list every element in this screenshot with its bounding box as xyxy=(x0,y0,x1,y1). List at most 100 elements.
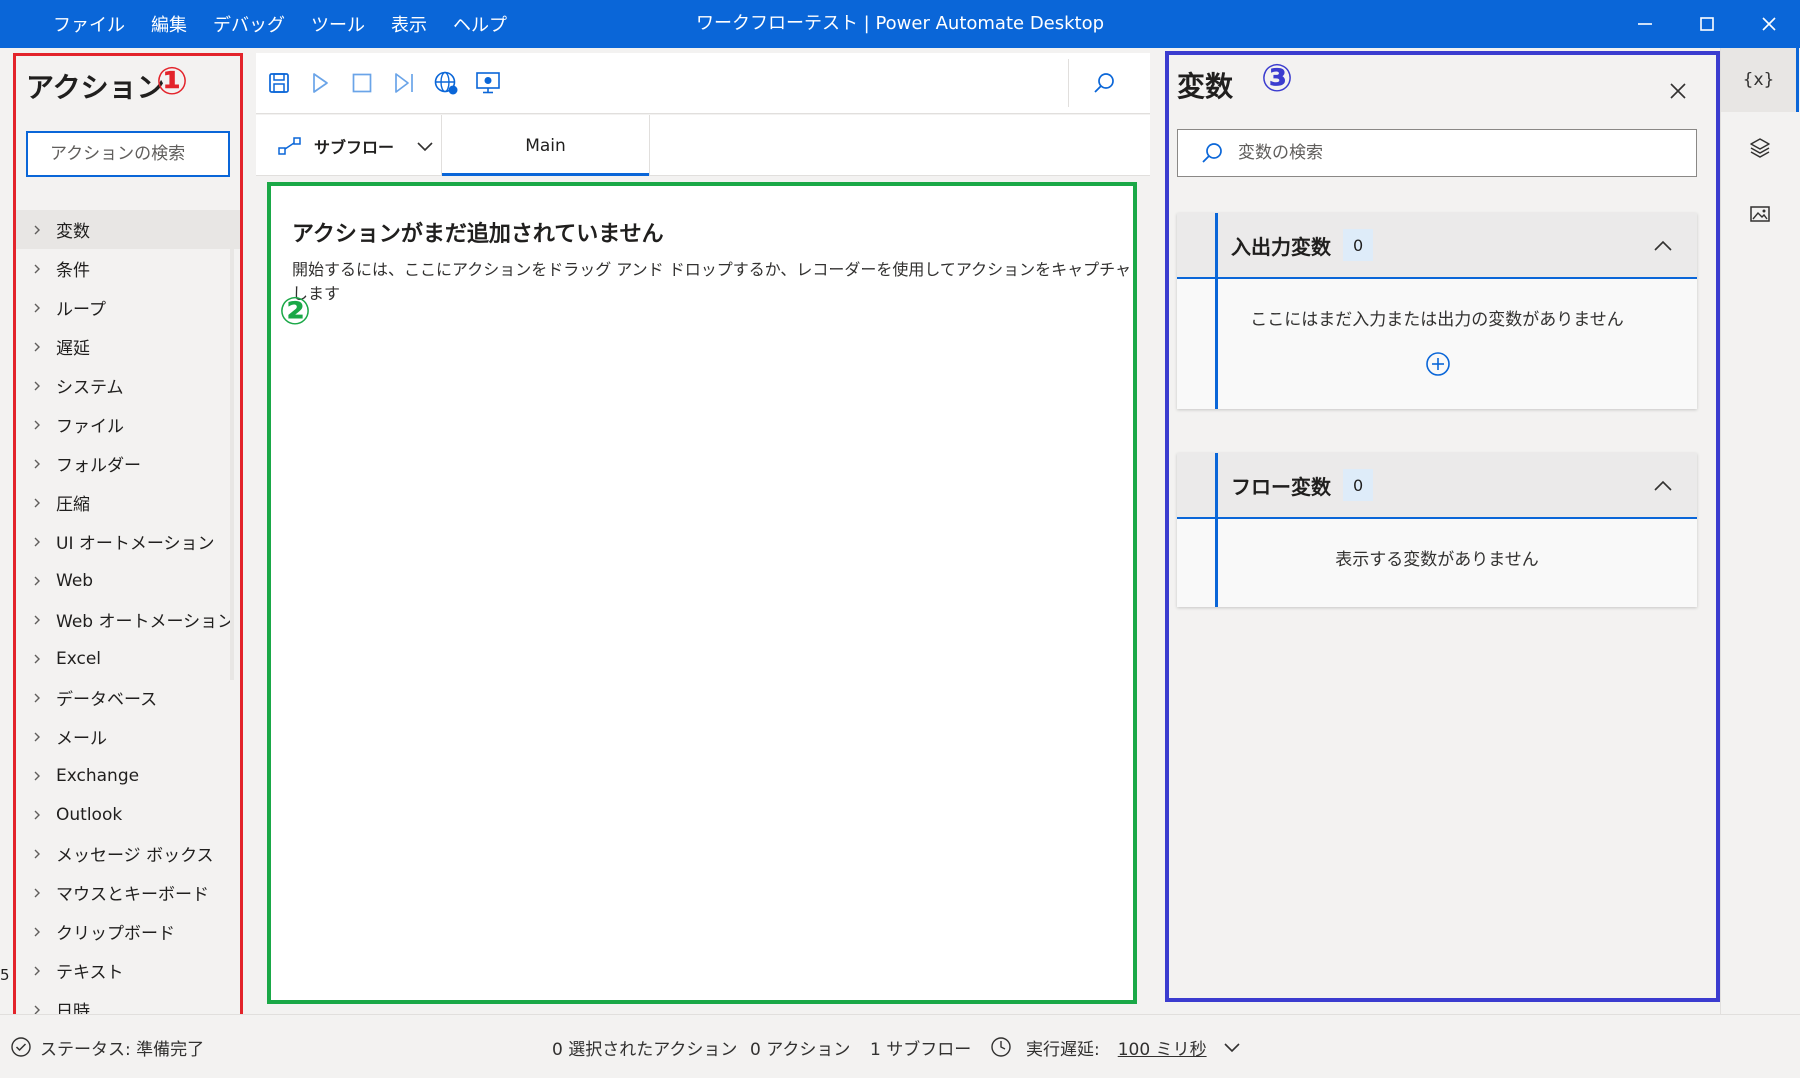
chevron-right-icon xyxy=(32,458,56,470)
stop-button[interactable] xyxy=(347,68,377,98)
menu-tools[interactable]: ツール xyxy=(311,11,365,37)
action-group-mouse-keyboard[interactable]: マウスとキーボード xyxy=(16,873,240,912)
chevron-right-icon xyxy=(32,497,56,509)
actions-search-box[interactable] xyxy=(26,131,230,177)
actions-panel: アクション ① 変数 条件 ループ 遅延 システム ファイル xyxy=(13,53,243,1029)
action-group-file[interactable]: ファイル xyxy=(16,405,240,444)
right-side-strip: {x} xyxy=(1720,48,1800,1014)
action-group-label: ループ xyxy=(56,300,106,320)
action-group-conditionals[interactable]: 条件 xyxy=(16,249,240,288)
window-controls xyxy=(1614,0,1800,48)
flow-toolbar xyxy=(256,53,1150,114)
selected-actions-count: 0 選択されたアクション xyxy=(552,1039,738,1060)
menu-edit[interactable]: 編集 xyxy=(151,11,187,37)
desktop-recorder-button[interactable] xyxy=(473,68,503,98)
add-io-variable-button[interactable] xyxy=(1425,351,1451,377)
action-group-label: Web xyxy=(56,570,94,591)
run-next-action-button[interactable] xyxy=(389,68,419,98)
run-delay: 実行遅延: 100 ミリ秒 xyxy=(990,1015,1241,1078)
action-group-outlook[interactable]: Outlook xyxy=(16,795,240,834)
menu-bar: ファイル 編集 デバッグ ツール 表示 ヘルプ xyxy=(40,0,520,48)
menu-debug[interactable]: デバッグ xyxy=(213,11,285,37)
variables-panel: 変数 ③ 入出力変数 0 ここにはまだ入力または出力の変数がありません フロー変… xyxy=(1165,51,1720,1002)
close-icon xyxy=(1762,17,1776,31)
flow-canvas[interactable]: アクションがまだ追加されていません 開始するには、ここにアクションをドラッグ ア… xyxy=(267,182,1137,1004)
action-group-wait[interactable]: 遅延 xyxy=(16,327,240,366)
menu-view[interactable]: 表示 xyxy=(391,11,427,37)
subflows-dropdown[interactable]: サブフロー xyxy=(256,115,442,176)
action-group-compression[interactable]: 圧縮 xyxy=(16,483,240,522)
chevron-right-icon xyxy=(32,380,56,392)
ui-elements-pane-button[interactable] xyxy=(1721,116,1799,180)
chevron-right-icon xyxy=(32,926,56,938)
chevron-down-icon xyxy=(417,141,433,151)
flow-variables-header[interactable]: フロー変数 0 xyxy=(1177,453,1697,519)
tab-main[interactable]: Main xyxy=(442,115,650,176)
action-group-text[interactable]: テキスト xyxy=(16,951,240,990)
action-group-database[interactable]: データベース xyxy=(16,678,240,717)
chevron-up-icon[interactable] xyxy=(1651,234,1675,258)
variables-icon: {x} xyxy=(1742,70,1775,90)
chevron-right-icon xyxy=(32,887,56,899)
subflow-icon xyxy=(278,136,301,155)
maximize-button[interactable] xyxy=(1676,0,1738,48)
action-group-exchange[interactable]: Exchange xyxy=(16,756,240,795)
action-group-label: 変数 xyxy=(56,222,90,242)
minimize-button[interactable] xyxy=(1614,0,1676,48)
subflow-label: サブフロー xyxy=(314,137,395,157)
flow-variables-title: フロー変数 xyxy=(1231,474,1331,499)
images-pane-button[interactable] xyxy=(1721,182,1799,246)
chevron-right-icon xyxy=(32,770,56,782)
variables-pane-button[interactable]: {x} xyxy=(1721,48,1799,112)
io-variables-empty-text: ここにはまだ入力または出力の変数がありません xyxy=(1250,310,1624,330)
action-group-label: データベース xyxy=(56,690,158,710)
chevron-right-icon xyxy=(32,731,56,743)
action-group-excel[interactable]: Excel xyxy=(16,639,240,678)
menu-file[interactable]: ファイル xyxy=(53,11,125,37)
action-group-system[interactable]: システム xyxy=(16,366,240,405)
annotation-number-3: ③ xyxy=(1261,56,1294,100)
io-variables-count-badge: 0 xyxy=(1343,229,1374,261)
maximize-icon xyxy=(1700,17,1714,31)
save-icon xyxy=(269,73,289,93)
action-group-message-boxes[interactable]: メッセージ ボックス xyxy=(16,834,240,873)
action-group-label: ファイル xyxy=(56,417,124,437)
action-group-web[interactable]: Web xyxy=(16,561,240,600)
close-variables-button[interactable] xyxy=(1664,77,1692,105)
layers-icon xyxy=(1750,138,1770,158)
variables-search-input[interactable] xyxy=(1224,130,1696,176)
chevron-right-icon xyxy=(32,302,56,314)
run-button[interactable] xyxy=(305,68,335,98)
action-group-clipboard[interactable]: クリップボード xyxy=(16,912,240,951)
variables-search-box[interactable] xyxy=(1177,129,1697,177)
clock-icon xyxy=(991,1037,1011,1057)
chevron-right-icon xyxy=(32,809,56,821)
web-recorder-button[interactable] xyxy=(431,68,461,98)
title-bar: ファイル 編集 デバッグ ツール 表示 ヘルプ ワークフローテスト | Powe… xyxy=(0,0,1800,48)
actions-search-input[interactable] xyxy=(28,133,228,175)
io-variables-header[interactable]: 入出力変数 0 xyxy=(1177,213,1697,279)
close-window-button[interactable] xyxy=(1738,0,1800,48)
action-group-folder[interactable]: フォルダー xyxy=(16,444,240,483)
status-ready: ステータス: 準備完了 xyxy=(10,1015,204,1078)
action-group-variables[interactable]: 変数 xyxy=(16,210,240,249)
section-accent-rail xyxy=(1215,453,1218,607)
action-group-email[interactable]: メール xyxy=(16,717,240,756)
chevron-up-icon[interactable] xyxy=(1651,474,1675,498)
run-delay-value[interactable]: 100 ミリ秒 xyxy=(1118,1035,1207,1060)
action-group-web-automation[interactable]: Web オートメーション xyxy=(16,600,240,639)
action-group-label: クリップボード xyxy=(56,924,175,944)
desktop-recorder-icon xyxy=(476,72,500,94)
menu-help[interactable]: ヘルプ xyxy=(453,11,507,37)
action-group-label: Excel xyxy=(56,648,102,669)
search-flow-button[interactable] xyxy=(1089,68,1119,98)
io-variables-title: 入出力変数 xyxy=(1231,234,1331,259)
action-group-label: Web オートメーション xyxy=(56,612,235,632)
save-button[interactable] xyxy=(264,68,294,98)
chevron-down-icon[interactable] xyxy=(1223,1041,1241,1053)
flow-variables-empty-text: 表示する変数がありません xyxy=(1335,550,1539,570)
action-group-loops[interactable]: ループ xyxy=(16,288,240,327)
action-group-ui-automation[interactable]: UI オートメーション xyxy=(16,522,240,561)
actions-scrollbar[interactable] xyxy=(230,210,234,680)
chevron-right-icon xyxy=(32,419,56,431)
